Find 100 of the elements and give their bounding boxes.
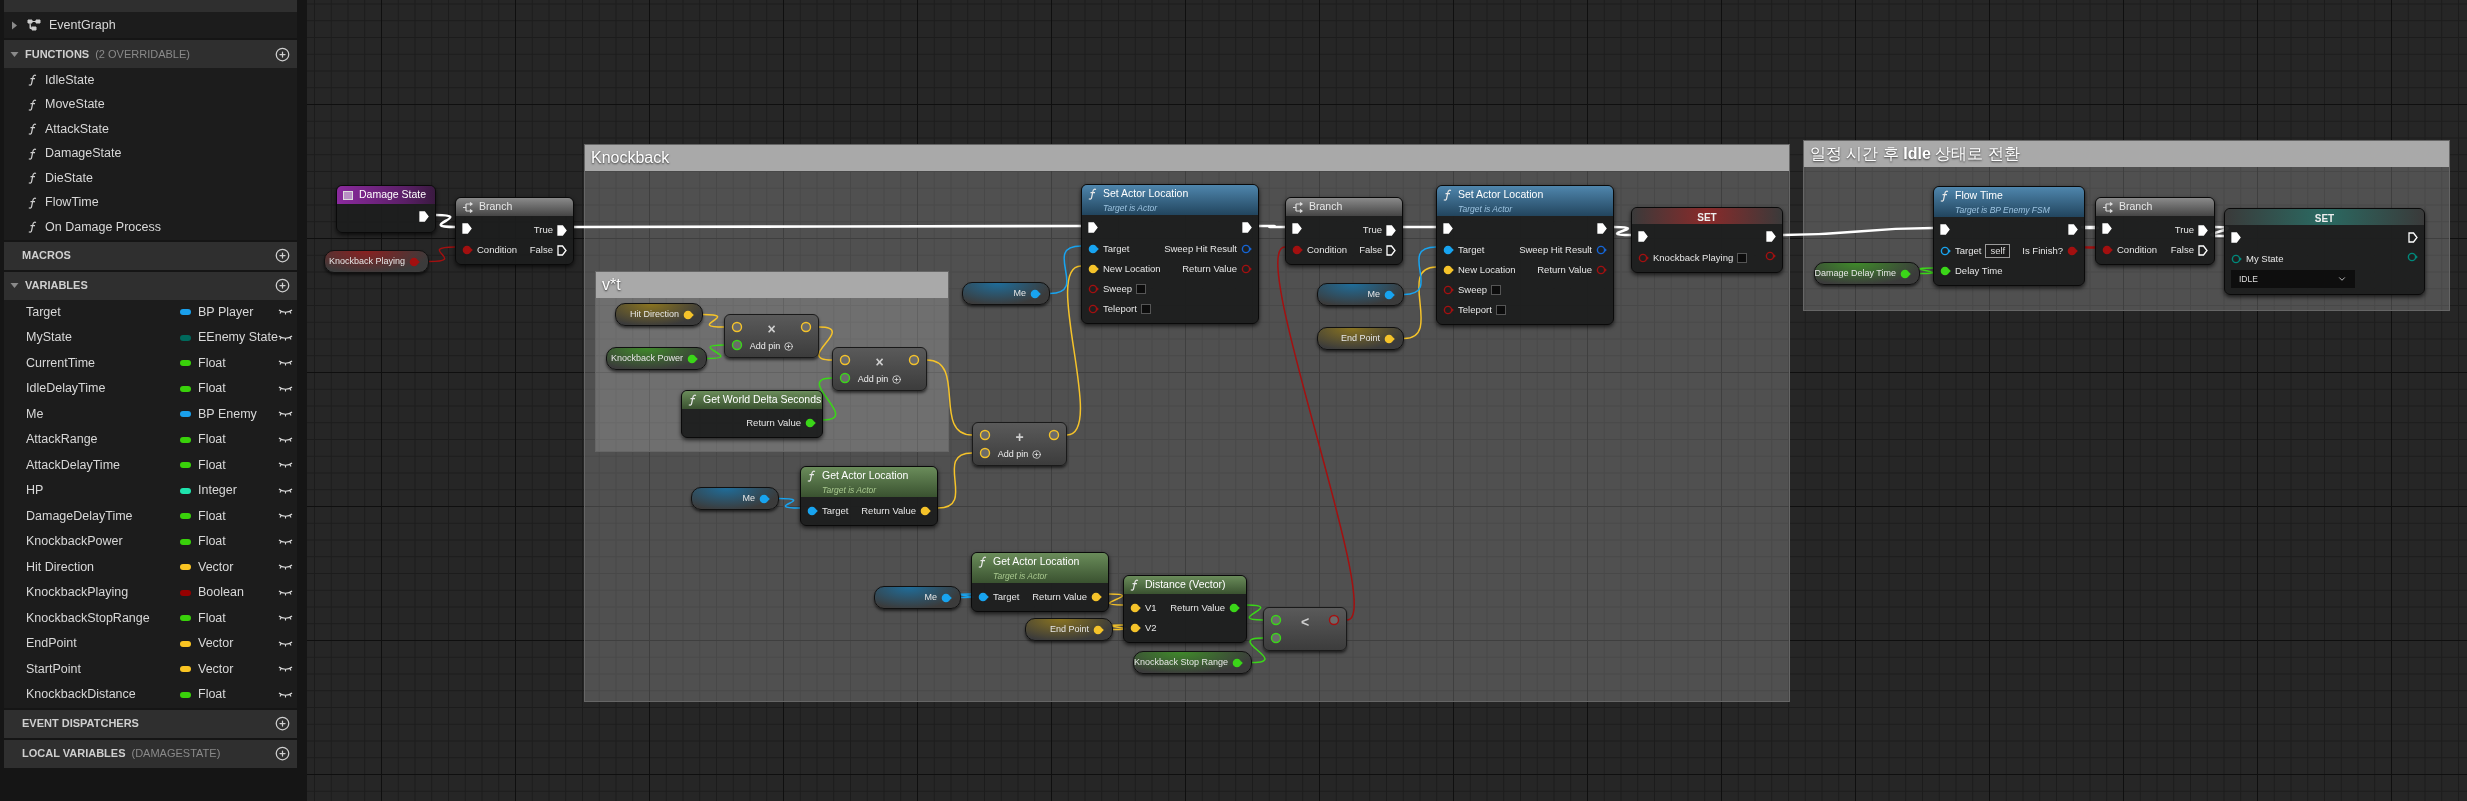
- add-icon[interactable]: [275, 716, 290, 731]
- function-item[interactable]: DieState: [4, 166, 297, 191]
- function-item[interactable]: FlowTime: [4, 190, 297, 215]
- data-pin-icon[interactable]: [1232, 657, 1243, 668]
- function-node[interactable]: Get Actor Location Target is Actor Target Return Value: [971, 552, 1109, 612]
- closed-eye-icon[interactable]: [278, 563, 293, 572]
- closed-eye-icon[interactable]: [278, 537, 293, 546]
- variable-node[interactable]: Me: [691, 487, 779, 510]
- data-pin-icon[interactable]: [1940, 266, 1951, 277]
- variable-node[interactable]: Knockback Playing: [324, 250, 429, 273]
- input-field[interactable]: self: [1985, 244, 2011, 259]
- exec-pin-icon[interactable]: [419, 211, 429, 222]
- exec-pin-icon[interactable]: [1638, 231, 1648, 242]
- checkbox[interactable]: [1136, 284, 1147, 295]
- exec-pin-icon[interactable]: [1386, 224, 1396, 236]
- section-header[interactable]: LOCAL VARIABLES (DAMAGESTATE): [4, 739, 297, 768]
- function-item[interactable]: MoveState: [4, 92, 297, 117]
- exec-pin-icon[interactable]: [1292, 223, 1302, 234]
- variable-item[interactable]: IdleDelayTime Float: [4, 376, 297, 402]
- dropdown[interactable]: IDLE: [2231, 270, 2355, 289]
- exec-pin-icon[interactable]: [557, 224, 567, 236]
- variable-node[interactable]: Knockback Stop Range: [1133, 651, 1252, 674]
- closed-eye-icon[interactable]: [278, 384, 293, 393]
- variable-node[interactable]: Me: [874, 586, 961, 609]
- variable-node[interactable]: End Point: [1317, 327, 1404, 350]
- variable-item[interactable]: Target BP Player: [4, 299, 297, 325]
- data-pin-icon[interactable]: [839, 372, 851, 384]
- data-pin-icon[interactable]: [1270, 632, 1282, 644]
- checkbox[interactable]: [1495, 305, 1506, 316]
- closed-eye-icon[interactable]: [278, 588, 293, 597]
- branch-node[interactable]: Branch True Condition False: [1285, 197, 1403, 265]
- checkbox[interactable]: [1737, 253, 1748, 264]
- function-item[interactable]: On Damage Process: [4, 215, 297, 240]
- closed-eye-icon[interactable]: [278, 486, 293, 495]
- section-header[interactable]: FUNCTIONS (2 OVERRIDABLE): [4, 40, 297, 68]
- data-pin-icon[interactable]: [1088, 244, 1099, 255]
- set-node[interactable]: SET Knockback Playing: [1631, 207, 1783, 273]
- data-pin-icon[interactable]: [805, 418, 816, 429]
- closed-eye-icon[interactable]: [278, 333, 293, 342]
- function-node[interactable]: Distance (Vector) V1 Return Value V2: [1123, 575, 1247, 643]
- closed-eye-icon[interactable]: [278, 639, 293, 648]
- function-node[interactable]: Get Actor Location Target is Actor Target Return Value: [800, 466, 938, 526]
- math-node[interactable]: + Add pin: [972, 422, 1067, 466]
- checkbox[interactable]: [1491, 285, 1502, 296]
- function-node[interactable]: Get World Delta Seconds Return Value: [681, 390, 823, 438]
- exec-pin-icon[interactable]: [1940, 224, 1950, 235]
- closed-eye-icon[interactable]: [278, 359, 293, 368]
- expand-arrow-icon[interactable]: [10, 20, 19, 30]
- variable-item[interactable]: MyState EEnemy State: [4, 325, 297, 351]
- closed-eye-icon[interactable]: [278, 665, 293, 674]
- data-pin-icon[interactable]: [1443, 245, 1454, 256]
- branch-node[interactable]: Branch True Condition False: [455, 197, 574, 265]
- closed-eye-icon[interactable]: [278, 308, 293, 317]
- section-header[interactable]: VARIABLES: [4, 271, 297, 300]
- exec-pin-icon[interactable]: [2198, 244, 2208, 256]
- event-node[interactable]: Damage State: [336, 185, 436, 233]
- data-pin-icon[interactable]: [687, 353, 698, 364]
- set-node[interactable]: SET My State IDLE: [2224, 208, 2425, 296]
- variable-item[interactable]: AttackDelayTime Float: [4, 452, 297, 478]
- add-icon[interactable]: [275, 248, 290, 263]
- exec-pin-icon[interactable]: [1443, 223, 1453, 234]
- function-item[interactable]: AttackState: [4, 117, 297, 142]
- function-item[interactable]: DamageState: [4, 141, 297, 166]
- variable-item[interactable]: HP Integer: [4, 478, 297, 504]
- exec-pin-icon[interactable]: [2068, 224, 2078, 235]
- function-node[interactable]: Set Actor Location Target is Actor Target Sweep Hit Result New Location Return Value Sweep Teleport: [1081, 184, 1259, 324]
- variable-item[interactable]: KnockbackPlaying Boolean: [4, 580, 297, 606]
- exec-pin-icon[interactable]: [1766, 231, 1776, 242]
- closed-eye-icon[interactable]: [278, 690, 293, 699]
- data-pin-icon[interactable]: [1229, 603, 1240, 614]
- variable-item[interactable]: KnockbackPower Float: [4, 529, 297, 555]
- function-node[interactable]: Flow Time Target is BP Enemy FSM Target self Is Finish? Delay Time: [1933, 186, 2085, 286]
- closed-eye-icon[interactable]: [278, 461, 293, 470]
- add-icon[interactable]: [275, 746, 290, 761]
- variable-item[interactable]: KnockbackStopRange Float: [4, 605, 297, 631]
- math-node[interactable]: <: [1263, 607, 1347, 651]
- data-pin-icon[interactable]: [1270, 614, 1282, 626]
- exec-pin-icon[interactable]: [2231, 232, 2241, 243]
- exec-pin-icon[interactable]: [2408, 232, 2418, 243]
- function-node[interactable]: Set Actor Location Target is Actor Target Sweep Hit Result New Location Return Value Sweep Teleport: [1436, 185, 1614, 325]
- variable-node[interactable]: Hit Direction: [615, 303, 703, 326]
- add-pin-button[interactable]: Add pin: [997, 447, 1042, 461]
- math-node[interactable]: × Add pin: [724, 314, 819, 358]
- data-pin-icon[interactable]: [1900, 268, 1911, 279]
- exec-pin-icon[interactable]: [1597, 223, 1607, 234]
- variable-item[interactable]: Me BP Enemy: [4, 401, 297, 427]
- data-pin-icon[interactable]: [1940, 246, 1951, 257]
- closed-eye-icon[interactable]: [278, 512, 293, 521]
- add-icon[interactable]: [275, 278, 290, 293]
- variable-node[interactable]: Me: [962, 282, 1050, 305]
- section-header[interactable]: EVENT DISPATCHERS: [4, 709, 297, 738]
- exec-pin-icon[interactable]: [2102, 223, 2112, 234]
- graph-item[interactable]: EventGraph: [4, 12, 297, 38]
- exec-pin-icon[interactable]: [1386, 244, 1397, 256]
- exec-pin-icon[interactable]: [557, 244, 567, 256]
- variable-node[interactable]: Damage Delay Time: [1814, 262, 1920, 285]
- math-node[interactable]: × Add pin: [832, 347, 927, 391]
- variable-node[interactable]: Me: [1317, 283, 1404, 306]
- checkbox[interactable]: [1140, 304, 1151, 315]
- branch-node[interactable]: Branch True Condition False: [2095, 197, 2215, 265]
